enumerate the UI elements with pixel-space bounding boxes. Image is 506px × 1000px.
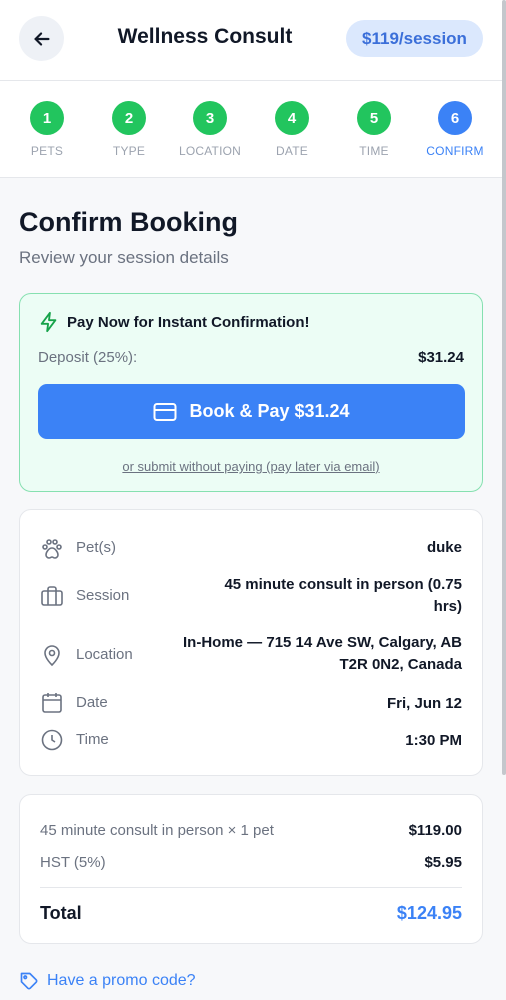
detail-value: In-Home — 715 14 Ave SW, Calgary, AB T2R…	[183, 634, 462, 673]
paw-icon	[42, 539, 62, 559]
price-summary-card: 45 minute consult in person × 1 pet $119…	[19, 794, 483, 944]
calendar-icon	[42, 693, 62, 713]
step-date[interactable]: 4 DATE	[252, 101, 332, 158]
summary-value: $5.95	[424, 854, 462, 871]
step-label: LOCATION	[178, 144, 242, 158]
step-number: 6	[438, 101, 472, 135]
detail-row-pets: Pet(s) duke	[40, 537, 462, 559]
summary-label: HST (5%)	[40, 854, 106, 871]
total-value: $124.95	[396, 903, 462, 923]
detail-value: Fri, Jun 12	[386, 695, 462, 712]
total-label: Total	[40, 903, 82, 923]
step-label: PETS	[30, 144, 64, 158]
price-badge: $119/session	[346, 20, 483, 57]
summary-divider	[40, 887, 462, 888]
app-header: Wellness Consult $119/session	[0, 0, 506, 81]
detail-value: 45 minute consult in person (0.75 hrs)	[224, 576, 462, 615]
pay-later-link[interactable]: or submit without paying (pay later via …	[20, 459, 482, 474]
step-label: DATE	[276, 144, 308, 158]
step-time[interactable]: 5 TIME	[334, 101, 414, 158]
detail-row-location: Location In-Home — 715 14 Ave SW, Calgar…	[40, 632, 462, 676]
credit-card-icon	[153, 402, 177, 421]
step-number: 1	[30, 101, 64, 135]
detail-label: Time	[76, 731, 109, 748]
step-location[interactable]: 3 LOCATION	[170, 101, 250, 158]
summary-label: 45 minute consult in person × 1 pet	[40, 822, 274, 839]
detail-row-time: Time 1:30 PM	[40, 729, 462, 751]
step-number: 4	[275, 101, 309, 135]
detail-label: Date	[76, 694, 108, 711]
detail-label: Pet(s)	[76, 539, 117, 556]
step-number: 5	[357, 101, 391, 135]
book-and-pay-button[interactable]: Book & Pay $31.24	[38, 384, 465, 439]
detail-label: Session	[76, 587, 130, 604]
pay-now-card: Pay Now for Instant Confirmation! Deposi…	[19, 293, 483, 492]
step-label: TIME	[359, 144, 389, 158]
detail-row-date: Date Fri, Jun 12	[40, 692, 462, 714]
step-pets[interactable]: 1 PETS	[7, 101, 87, 158]
promo-code-label: Have a promo code?	[47, 972, 196, 989]
step-number: 3	[193, 101, 227, 135]
promo-code-link[interactable]: Have a promo code?	[19, 971, 196, 991]
map-pin-icon	[44, 645, 60, 667]
section-heading: Confirm Booking	[19, 207, 238, 237]
deposit-value: $31.24	[418, 349, 464, 366]
booking-stepper: 1 PETS 2 TYPE 3 LOCATION 4 DATE 5 TIME 6…	[0, 81, 506, 178]
lightning-icon	[40, 311, 57, 333]
book-and-pay-label: Book & Pay $31.24	[189, 401, 350, 421]
step-number: 2	[112, 101, 146, 135]
detail-value: 1:30 PM	[405, 732, 462, 749]
step-confirm[interactable]: 6 CONFIRM	[415, 101, 495, 158]
pay-now-header: Pay Now for Instant Confirmation!	[38, 311, 310, 333]
scrollbar[interactable]	[502, 0, 506, 775]
detail-row-session: Session 45 minute consult in person (0.7…	[40, 574, 462, 618]
tag-icon	[20, 972, 38, 990]
clock-icon	[41, 729, 63, 751]
booking-details-card: Pet(s) duke Session 45 minute consult in…	[19, 509, 483, 776]
step-type[interactable]: 2 TYPE	[89, 101, 169, 158]
summary-value: $119.00	[408, 822, 462, 839]
detail-label: Location	[76, 646, 133, 663]
section-subtitle: Review your session details	[19, 248, 229, 267]
step-label: TYPE	[112, 144, 146, 158]
detail-value: duke	[426, 539, 462, 556]
briefcase-icon	[41, 586, 63, 606]
pay-now-headline: Pay Now for Instant Confirmation!	[67, 313, 310, 331]
step-label: CONFIRM	[426, 144, 484, 158]
deposit-label: Deposit (25%):	[38, 349, 138, 366]
